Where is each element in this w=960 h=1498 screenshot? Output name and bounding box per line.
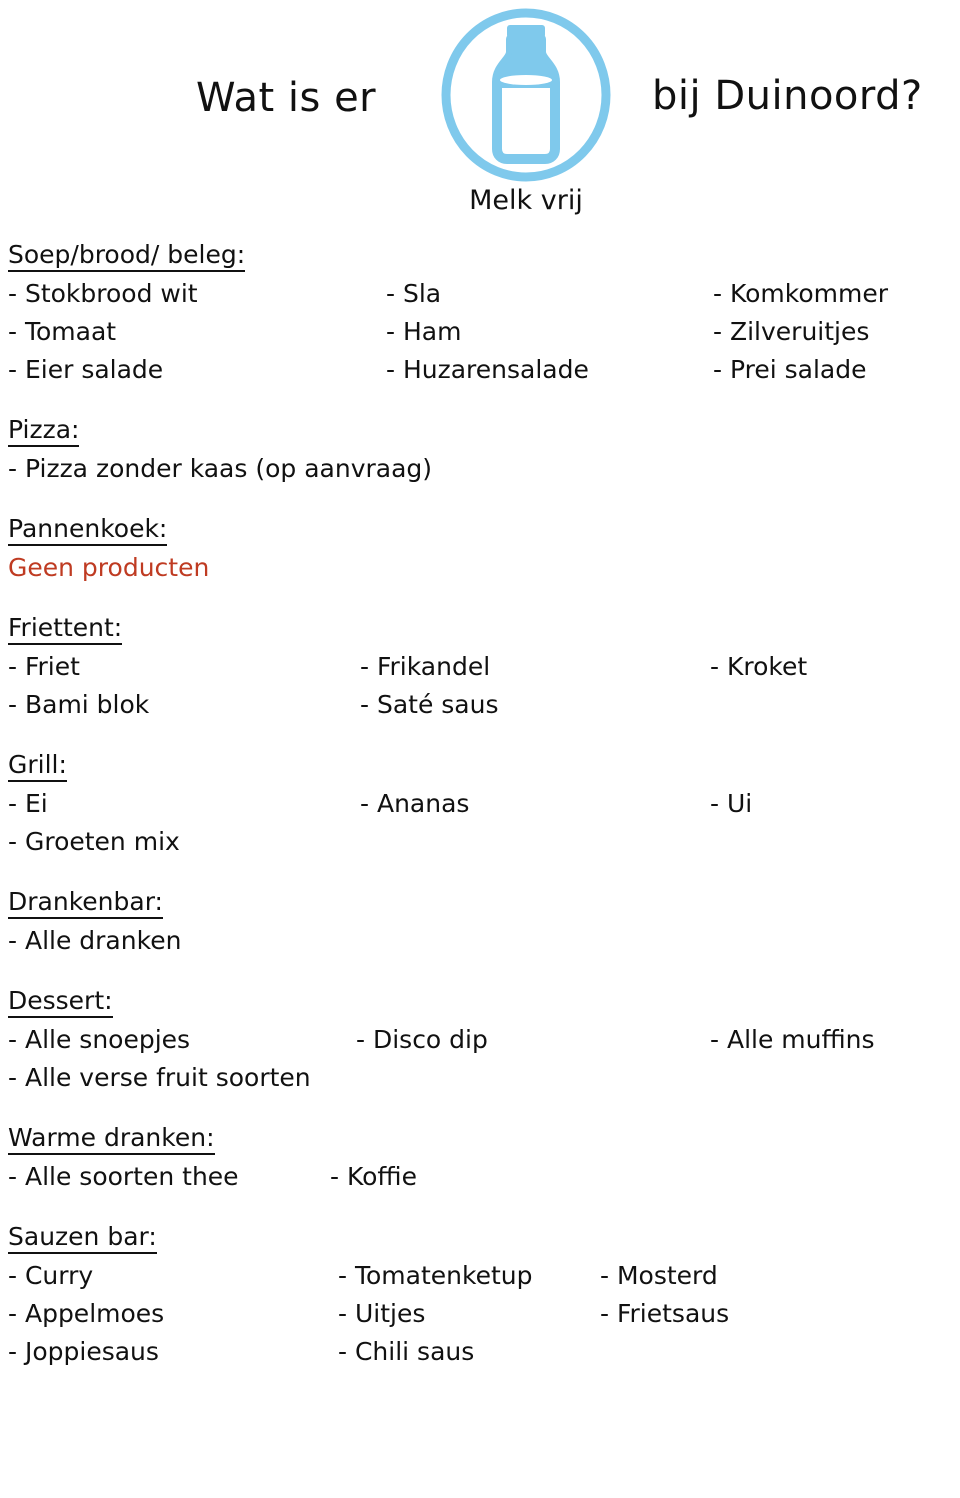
menu-item: - Komkommer xyxy=(713,279,889,308)
menu-item: - Tomatenketup xyxy=(338,1261,533,1290)
menu-item: - Chili saus xyxy=(338,1337,475,1366)
menu-row: - Alle verse fruit soorten xyxy=(8,1059,960,1097)
menu-row: - Groeten mix xyxy=(8,823,960,861)
milk-bottle-icon xyxy=(437,8,615,183)
section-rows: - Alle snoepjes - Disco dip - Alle muffi… xyxy=(8,1021,960,1097)
menu-row: - Friet - Frikandel - Kroket xyxy=(8,648,960,686)
menu-item: - Prei salade xyxy=(713,355,867,384)
menu-item: - Alle verse fruit soorten xyxy=(8,1063,311,1092)
section-rows: - Alle soorten thee - Koffie xyxy=(8,1158,960,1196)
menu-item: - Sla xyxy=(386,279,442,308)
section-title: Soep/brood/ beleg: xyxy=(8,240,246,272)
no-products-note: Geen producten xyxy=(8,553,210,582)
menu-item: - Ham xyxy=(386,317,462,346)
menu-row: - Tomaat - Ham - Zilveruitjes xyxy=(8,313,960,351)
menu-item: - Disco dip xyxy=(356,1025,488,1054)
section-title: Friettent: xyxy=(8,613,123,645)
badge-caption: Melk vrij xyxy=(469,185,583,216)
section-title: Pannenkoek: xyxy=(8,514,168,546)
section-title: Sauzen bar: xyxy=(8,1222,157,1254)
section-drankenbar: Drankenbar: - Alle dranken xyxy=(8,887,960,960)
menu-row: - Alle snoepjes - Disco dip - Alle muffi… xyxy=(8,1021,960,1059)
menu-item: - Alle dranken xyxy=(8,926,182,955)
menu-row: - Eier salade - Huzarensalade - Prei sal… xyxy=(8,351,960,389)
menu-row: - Stokbrood wit - Sla - Komkommer xyxy=(8,275,960,313)
menu-item: - Pizza zonder kaas (op aanvraag) xyxy=(8,454,433,483)
section-soep-brood-beleg: Soep/brood/ beleg: - Stokbrood wit - Sla… xyxy=(8,240,960,389)
menu-row: - Joppiesaus - Chili saus xyxy=(8,1333,960,1371)
menu-item: - Frietsaus xyxy=(600,1299,730,1328)
section-rows: Geen producten xyxy=(8,549,960,587)
menu-row: - Pizza zonder kaas (op aanvraag) xyxy=(8,450,960,488)
section-friettent: Friettent: - Friet - Frikandel - Kroket … xyxy=(8,613,960,724)
menu-item: - Ananas xyxy=(360,789,470,818)
menu-item: - Groeten mix xyxy=(8,827,180,856)
section-sauzen-bar: Sauzen bar: - Curry - Tomatenketup - Mos… xyxy=(8,1222,960,1371)
menu-item: - Zilveruitjes xyxy=(713,317,870,346)
section-title: Dessert: xyxy=(8,986,113,1018)
section-rows: - Curry - Tomatenketup - Mosterd - Appel… xyxy=(8,1257,960,1371)
menu-row: - Alle soorten thee - Koffie xyxy=(8,1158,960,1196)
menu-item: - Ei xyxy=(8,789,48,818)
menu-row: - Ei - Ananas - Ui xyxy=(8,785,960,823)
menu-item: - Saté saus xyxy=(360,690,499,719)
menu-row: - Alle dranken xyxy=(8,922,960,960)
menu-item: - Curry xyxy=(8,1261,94,1290)
menu-item: - Koffie xyxy=(330,1162,417,1191)
menu-item: - Appelmoes xyxy=(8,1299,165,1328)
menu-item: - Alle soorten thee xyxy=(8,1162,239,1191)
menu-item: - Ui xyxy=(710,789,753,818)
section-rows: - Friet - Frikandel - Kroket - Bami blok… xyxy=(8,648,960,724)
menu-item: - Frikandel xyxy=(360,652,491,681)
menu-item: - Bami blok xyxy=(8,690,150,719)
menu-item: - Tomaat xyxy=(8,317,117,346)
menu-item: - Stokbrood wit xyxy=(8,279,198,308)
menu-row: - Appelmoes - Uitjes - Frietsaus xyxy=(8,1295,960,1333)
page-title-right: bij Duinoord? xyxy=(652,73,923,119)
section-warme-dranken: Warme dranken: - Alle soorten thee - Kof… xyxy=(8,1123,960,1196)
section-title: Warme dranken: xyxy=(8,1123,215,1155)
section-title: Drankenbar: xyxy=(8,887,163,919)
section-title: Grill: xyxy=(8,750,67,782)
section-dessert: Dessert: - Alle snoepjes - Disco dip - A… xyxy=(8,986,960,1097)
menu-content: Soep/brood/ beleg: - Stokbrood wit - Sla… xyxy=(0,240,960,1371)
menu-item: - Friet xyxy=(8,652,80,681)
menu-item: - Eier salade xyxy=(8,355,164,384)
section-rows: - Pizza zonder kaas (op aanvraag) xyxy=(8,450,960,488)
menu-item: - Kroket xyxy=(710,652,808,681)
page-header: Wat is er Melk vrij bij Duinoord? xyxy=(0,0,960,240)
menu-item: - Uitjes xyxy=(338,1299,426,1328)
menu-item: - Mosterd xyxy=(600,1261,718,1290)
section-title: Pizza: xyxy=(8,415,80,447)
menu-row: - Curry - Tomatenketup - Mosterd xyxy=(8,1257,960,1295)
menu-item: - Joppiesaus xyxy=(8,1337,159,1366)
section-pannenkoek: Pannenkoek: Geen producten xyxy=(8,514,960,587)
page-title-left: Wat is er xyxy=(196,75,377,121)
section-rows: - Alle dranken xyxy=(8,922,960,960)
menu-item: - Alle muffins xyxy=(710,1025,875,1054)
menu-item: - Huzarensalade xyxy=(386,355,589,384)
menu-row: Geen producten xyxy=(8,549,960,587)
section-pizza: Pizza: - Pizza zonder kaas (op aanvraag) xyxy=(8,415,960,488)
section-rows: - Ei - Ananas - Ui - Groeten mix xyxy=(8,785,960,861)
menu-row: - Bami blok - Saté saus xyxy=(8,686,960,724)
menu-item: - Alle snoepjes xyxy=(8,1025,191,1054)
section-rows: - Stokbrood wit - Sla - Komkommer - Toma… xyxy=(8,275,960,389)
section-grill: Grill: - Ei - Ananas - Ui - Groeten mix xyxy=(8,750,960,861)
